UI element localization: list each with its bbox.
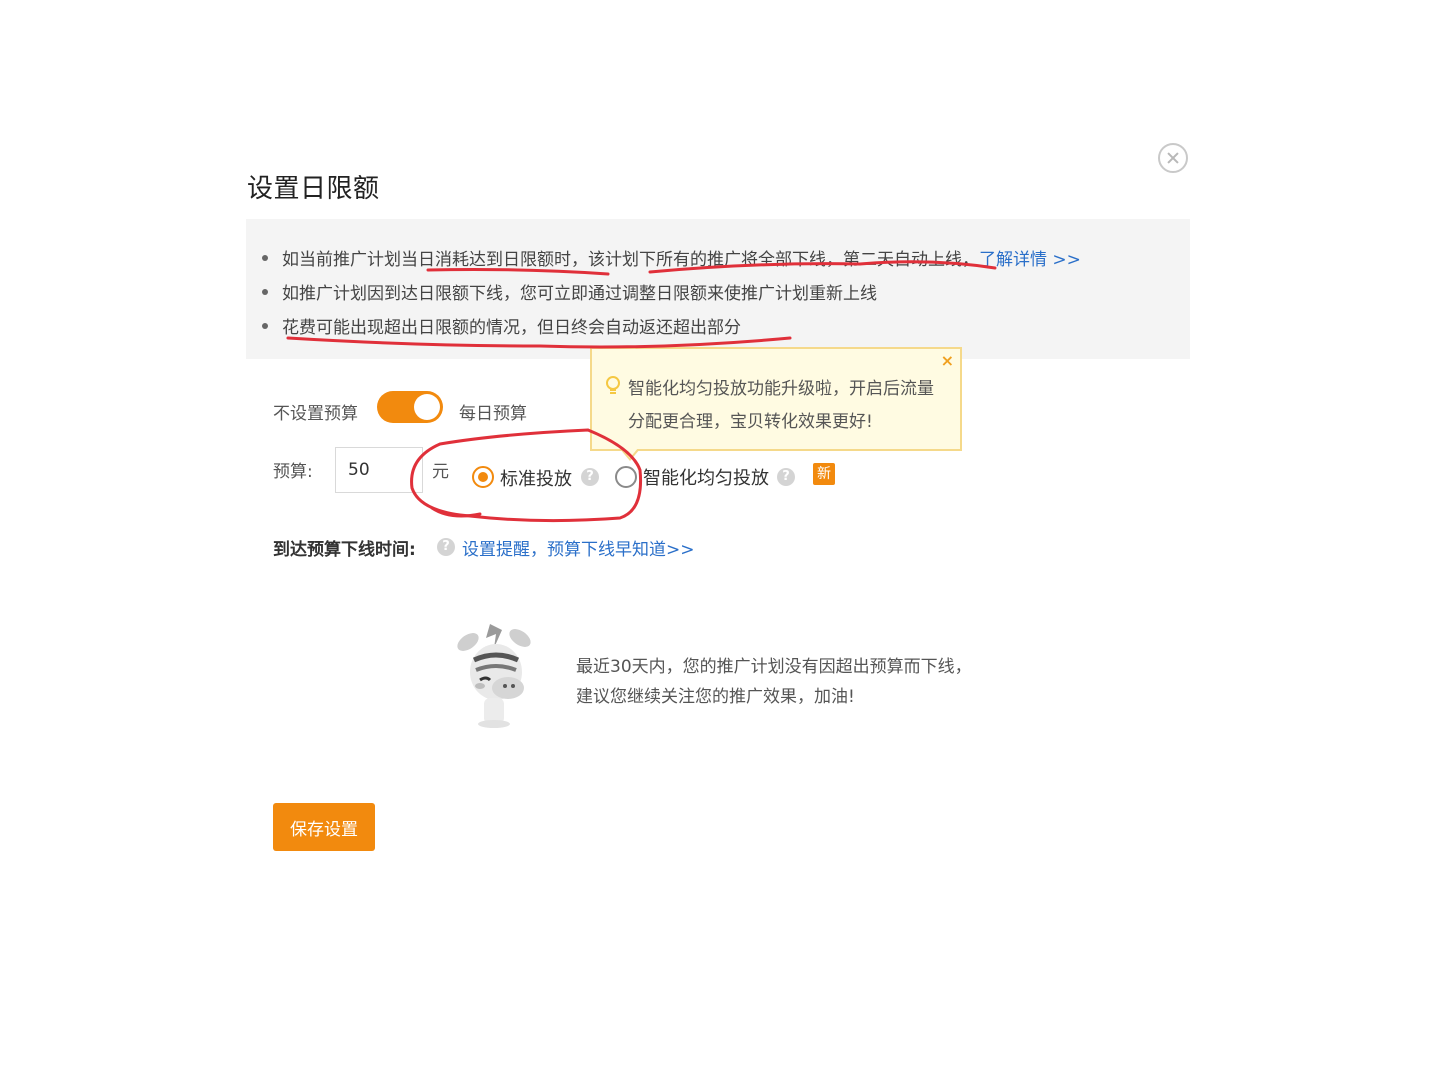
budget-input[interactable] [335, 447, 423, 493]
close-icon[interactable] [1158, 143, 1188, 173]
budget-label: 预算: [273, 462, 313, 482]
notice-text: 如推广计划因到达日限额下线，您可立即通过调整日限额来使推广计划重新上线 [282, 284, 877, 304]
status-message-line: 建议您继续关注您的推广效果，加油! [576, 687, 855, 707]
notice-item: 如当前推广计划当日消耗达到日限额时，该计划下所有的推广将全部下线，第二天自动上线… [262, 245, 1081, 270]
save-settings-button[interactable]: 保存设置 [273, 803, 375, 851]
toggle-knob [414, 394, 440, 420]
standard-delivery-label[interactable]: 标准投放 [500, 465, 572, 491]
dialog-title: 设置日限额 [247, 174, 380, 204]
offline-time-label: 到达预算下线时间: [273, 540, 416, 560]
set-daily-limit-dialog: 设置日限额 如当前推广计划当日消耗达到日限额时，该计划下所有的推广将全部下线，第… [0, 0, 1440, 1080]
new-badge: 新 [813, 463, 835, 485]
no-budget-label: 不设置预算 [273, 404, 358, 424]
notice-item: 花费可能出现超出日限额的情况，但日终会自动返还超出部分 [262, 313, 741, 338]
notice-item: 如推广计划因到达日限额下线，您可立即通过调整日限额来使推广计划重新上线 [262, 279, 877, 304]
status-message: 最近30天内，您的推广计划没有因超出预算而下线， 建议您继续关注您的推广效果，加… [576, 652, 972, 712]
budget-toggle[interactable] [377, 391, 443, 423]
help-icon[interactable]: ? [581, 468, 599, 486]
tooltip-text: 智能化均匀投放功能升级啦，开启后流量分配更合理，宝贝转化效果更好! [628, 379, 934, 432]
set-reminder-link[interactable]: 设置提醒，预算下线早知道>> [462, 535, 695, 560]
lightbulb-icon [606, 376, 620, 394]
zebra-mascot-icon [457, 624, 531, 728]
notice-text: 花费可能出现超出日限额的情况，但日终会自动返还超出部分 [282, 318, 741, 338]
smart-delivery-radio[interactable] [615, 466, 637, 488]
standard-delivery-radio[interactable] [472, 466, 494, 488]
red-annotation-marks [286, 260, 997, 523]
help-icon[interactable]: ? [437, 538, 455, 556]
daily-budget-label: 每日预算 [459, 404, 527, 424]
status-message-line: 最近30天内，您的推广计划没有因超出预算而下线， [576, 657, 972, 677]
tooltip-close-icon[interactable]: × [941, 351, 954, 370]
notice-text: 如当前推广计划当日消耗达到日限额时，该计划下所有的推广将全部下线，第二天自动上线… [282, 250, 979, 270]
notice-box: 如当前推广计划当日消耗达到日限额时，该计划下所有的推广将全部下线，第二天自动上线… [246, 219, 1190, 359]
smart-delivery-label[interactable]: 智能化均匀投放 [643, 464, 769, 490]
help-icon[interactable]: ? [777, 468, 795, 486]
tooltip-arrow-inner [622, 448, 638, 458]
upgrade-tooltip: × 智能化均匀投放功能升级啦，开启后流量分配更合理，宝贝转化效果更好! [590, 347, 962, 461]
currency-unit: 元 [432, 462, 449, 482]
learn-more-link[interactable]: 了解详情 >> [979, 250, 1081, 270]
